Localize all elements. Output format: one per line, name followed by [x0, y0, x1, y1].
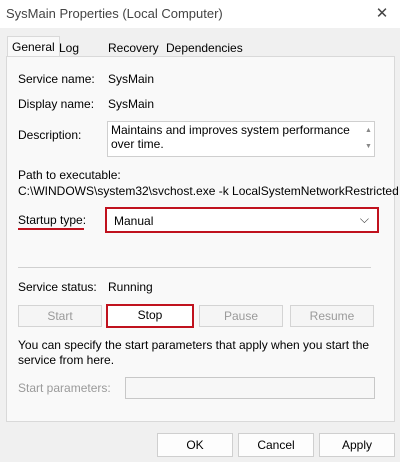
scroll-down-icon[interactable]: ▼ — [365, 140, 372, 154]
start-button[interactable]: Start — [18, 305, 102, 327]
apply-button[interactable]: Apply — [319, 433, 395, 457]
display-name-label: Display name: — [18, 97, 95, 111]
cancel-button[interactable]: Cancel — [238, 433, 314, 457]
service-status-label: Service status: — [18, 280, 97, 294]
description-scrollbar[interactable]: ▲ ▼ — [363, 122, 374, 156]
stop-button[interactable]: Stop — [106, 304, 194, 328]
close-icon[interactable]: ✕ — [370, 2, 394, 26]
window-title: SysMain Properties (Local Computer) — [6, 6, 223, 21]
pause-button[interactable]: Pause — [199, 305, 283, 327]
ok-button[interactable]: OK — [157, 433, 233, 457]
description-field[interactable]: Maintains and improves system performanc… — [107, 121, 375, 157]
start-params-label: Start parameters: — [18, 381, 111, 395]
resume-button[interactable]: Resume — [290, 305, 374, 327]
title-bar: SysMain Properties (Local Computer) ✕ — [0, 0, 400, 28]
display-name-value: SysMain — [108, 97, 155, 111]
service-name-label: Service name: — [18, 72, 95, 86]
start-params-note: You can specify the start parameters tha… — [18, 338, 370, 367]
startup-type-underline — [18, 228, 84, 230]
path-label: Path to executable: — [18, 168, 121, 182]
service-status-value: Running — [108, 280, 153, 294]
start-params-input[interactable] — [125, 377, 375, 399]
description-label: Description: — [18, 128, 82, 142]
startup-type-label: Startup type: — [18, 213, 87, 227]
startup-type-value: Manual — [114, 214, 154, 228]
path-value: C:\WINDOWS\system32\svchost.exe -k Local… — [18, 184, 400, 198]
chevron-down-icon: ⌵ — [359, 212, 369, 226]
service-name-value: SysMain — [108, 72, 155, 86]
description-text: Maintains and improves system performanc… — [111, 123, 350, 151]
divider — [18, 267, 371, 268]
scroll-up-icon[interactable]: ▲ — [365, 124, 372, 138]
tab-general[interactable]: General — [7, 36, 60, 57]
startup-type-select[interactable]: Manual ⌵ — [105, 207, 379, 233]
